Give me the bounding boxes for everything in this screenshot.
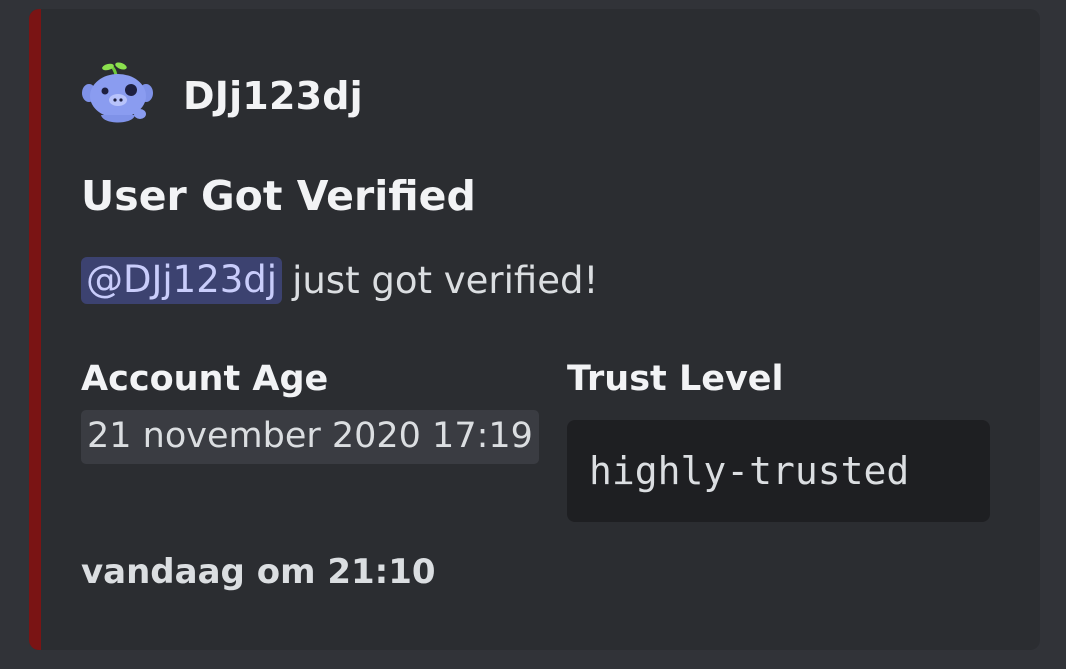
author-name[interactable]: DJj123dj (183, 74, 363, 118)
embed-title: User Got Verified (81, 172, 476, 220)
field-name: Account Age (81, 359, 329, 399)
trust-level-code-block: highly-trusted (567, 420, 990, 522)
description-text: just got verified! (292, 259, 599, 302)
embed-author: DJj123dj (81, 61, 363, 131)
field-trust-level: Trust Level (567, 359, 784, 399)
account-age-timestamp[interactable]: 21 november 2020 17:19 (81, 410, 539, 464)
embed-description: @DJj123dj just got verified! (81, 257, 598, 304)
embed-accent-bar (29, 9, 41, 650)
field-name: Trust Level (567, 359, 784, 399)
clyde-avatar-icon[interactable] (81, 61, 155, 131)
user-mention[interactable]: @DJj123dj (81, 257, 283, 304)
embed-footer-timestamp: vandaag om 21:10 (81, 552, 436, 592)
field-account-age: Account Age 21 november 2020 17:19 (81, 359, 539, 464)
message-embed: DJj123dj User Got Verified @DJj123dj jus… (29, 9, 1040, 650)
